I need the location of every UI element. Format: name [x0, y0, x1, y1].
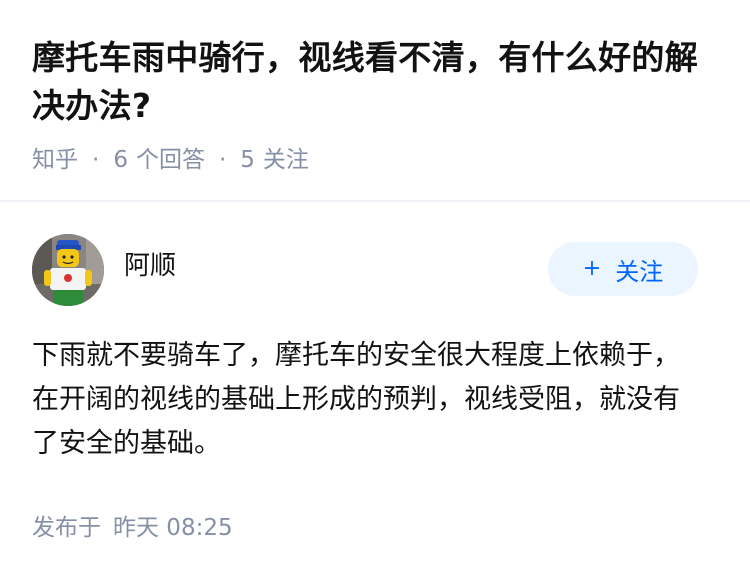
- followers-count-number: 5: [240, 147, 255, 173]
- meta-separator: ·: [92, 147, 100, 173]
- answers-count-number: 6: [113, 147, 128, 173]
- meta-separator: ·: [218, 147, 227, 173]
- follow-button-label: 关注: [615, 257, 664, 286]
- question-header: 摩托车雨中骑行，视线看不清，有什么好的解决办法? 知乎 · 6 个回答 · 5 关注: [32, 34, 722, 176]
- answer-content[interactable]: 下雨就不要骑车了，摩托车的安全很大程度上依赖于，在开阔的视线的基础上形成的预判，…: [32, 334, 702, 466]
- avatar[interactable]: [32, 234, 104, 306]
- answer-author-row: 阿顺 + 关注: [32, 234, 698, 306]
- lego-minifigure-avatar-icon: [32, 234, 104, 306]
- answers-count[interactable]: 6 个回答: [113, 144, 205, 176]
- followers-count-label: 关注: [262, 147, 309, 173]
- answers-count-label: 个回答: [135, 147, 205, 173]
- plus-icon: +: [582, 256, 602, 281]
- author-name[interactable]: 阿顺: [124, 248, 176, 284]
- published-time: 昨天 08:25: [113, 515, 233, 541]
- follow-button[interactable]: + 关注: [548, 242, 698, 296]
- answer-footer: 发布于 昨天 08:25: [32, 512, 233, 544]
- question-title[interactable]: 摩托车雨中骑行，视线看不清，有什么好的解决办法?: [32, 34, 722, 130]
- followers-count[interactable]: 5 关注: [240, 144, 309, 176]
- source-label[interactable]: 知乎: [32, 144, 78, 176]
- question-meta: 知乎 · 6 个回答 · 5 关注: [32, 144, 722, 176]
- published-label: 发布于: [32, 515, 101, 541]
- section-divider: [0, 200, 750, 202]
